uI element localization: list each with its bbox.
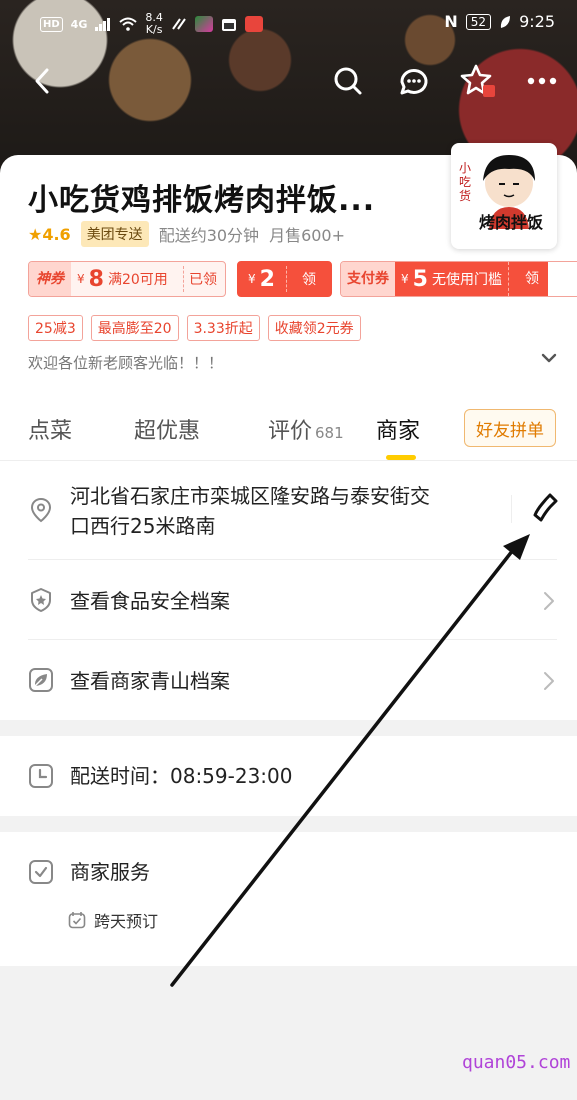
watermark: quan05.com <box>462 1052 571 1073</box>
annotation-arrow <box>170 534 530 987</box>
